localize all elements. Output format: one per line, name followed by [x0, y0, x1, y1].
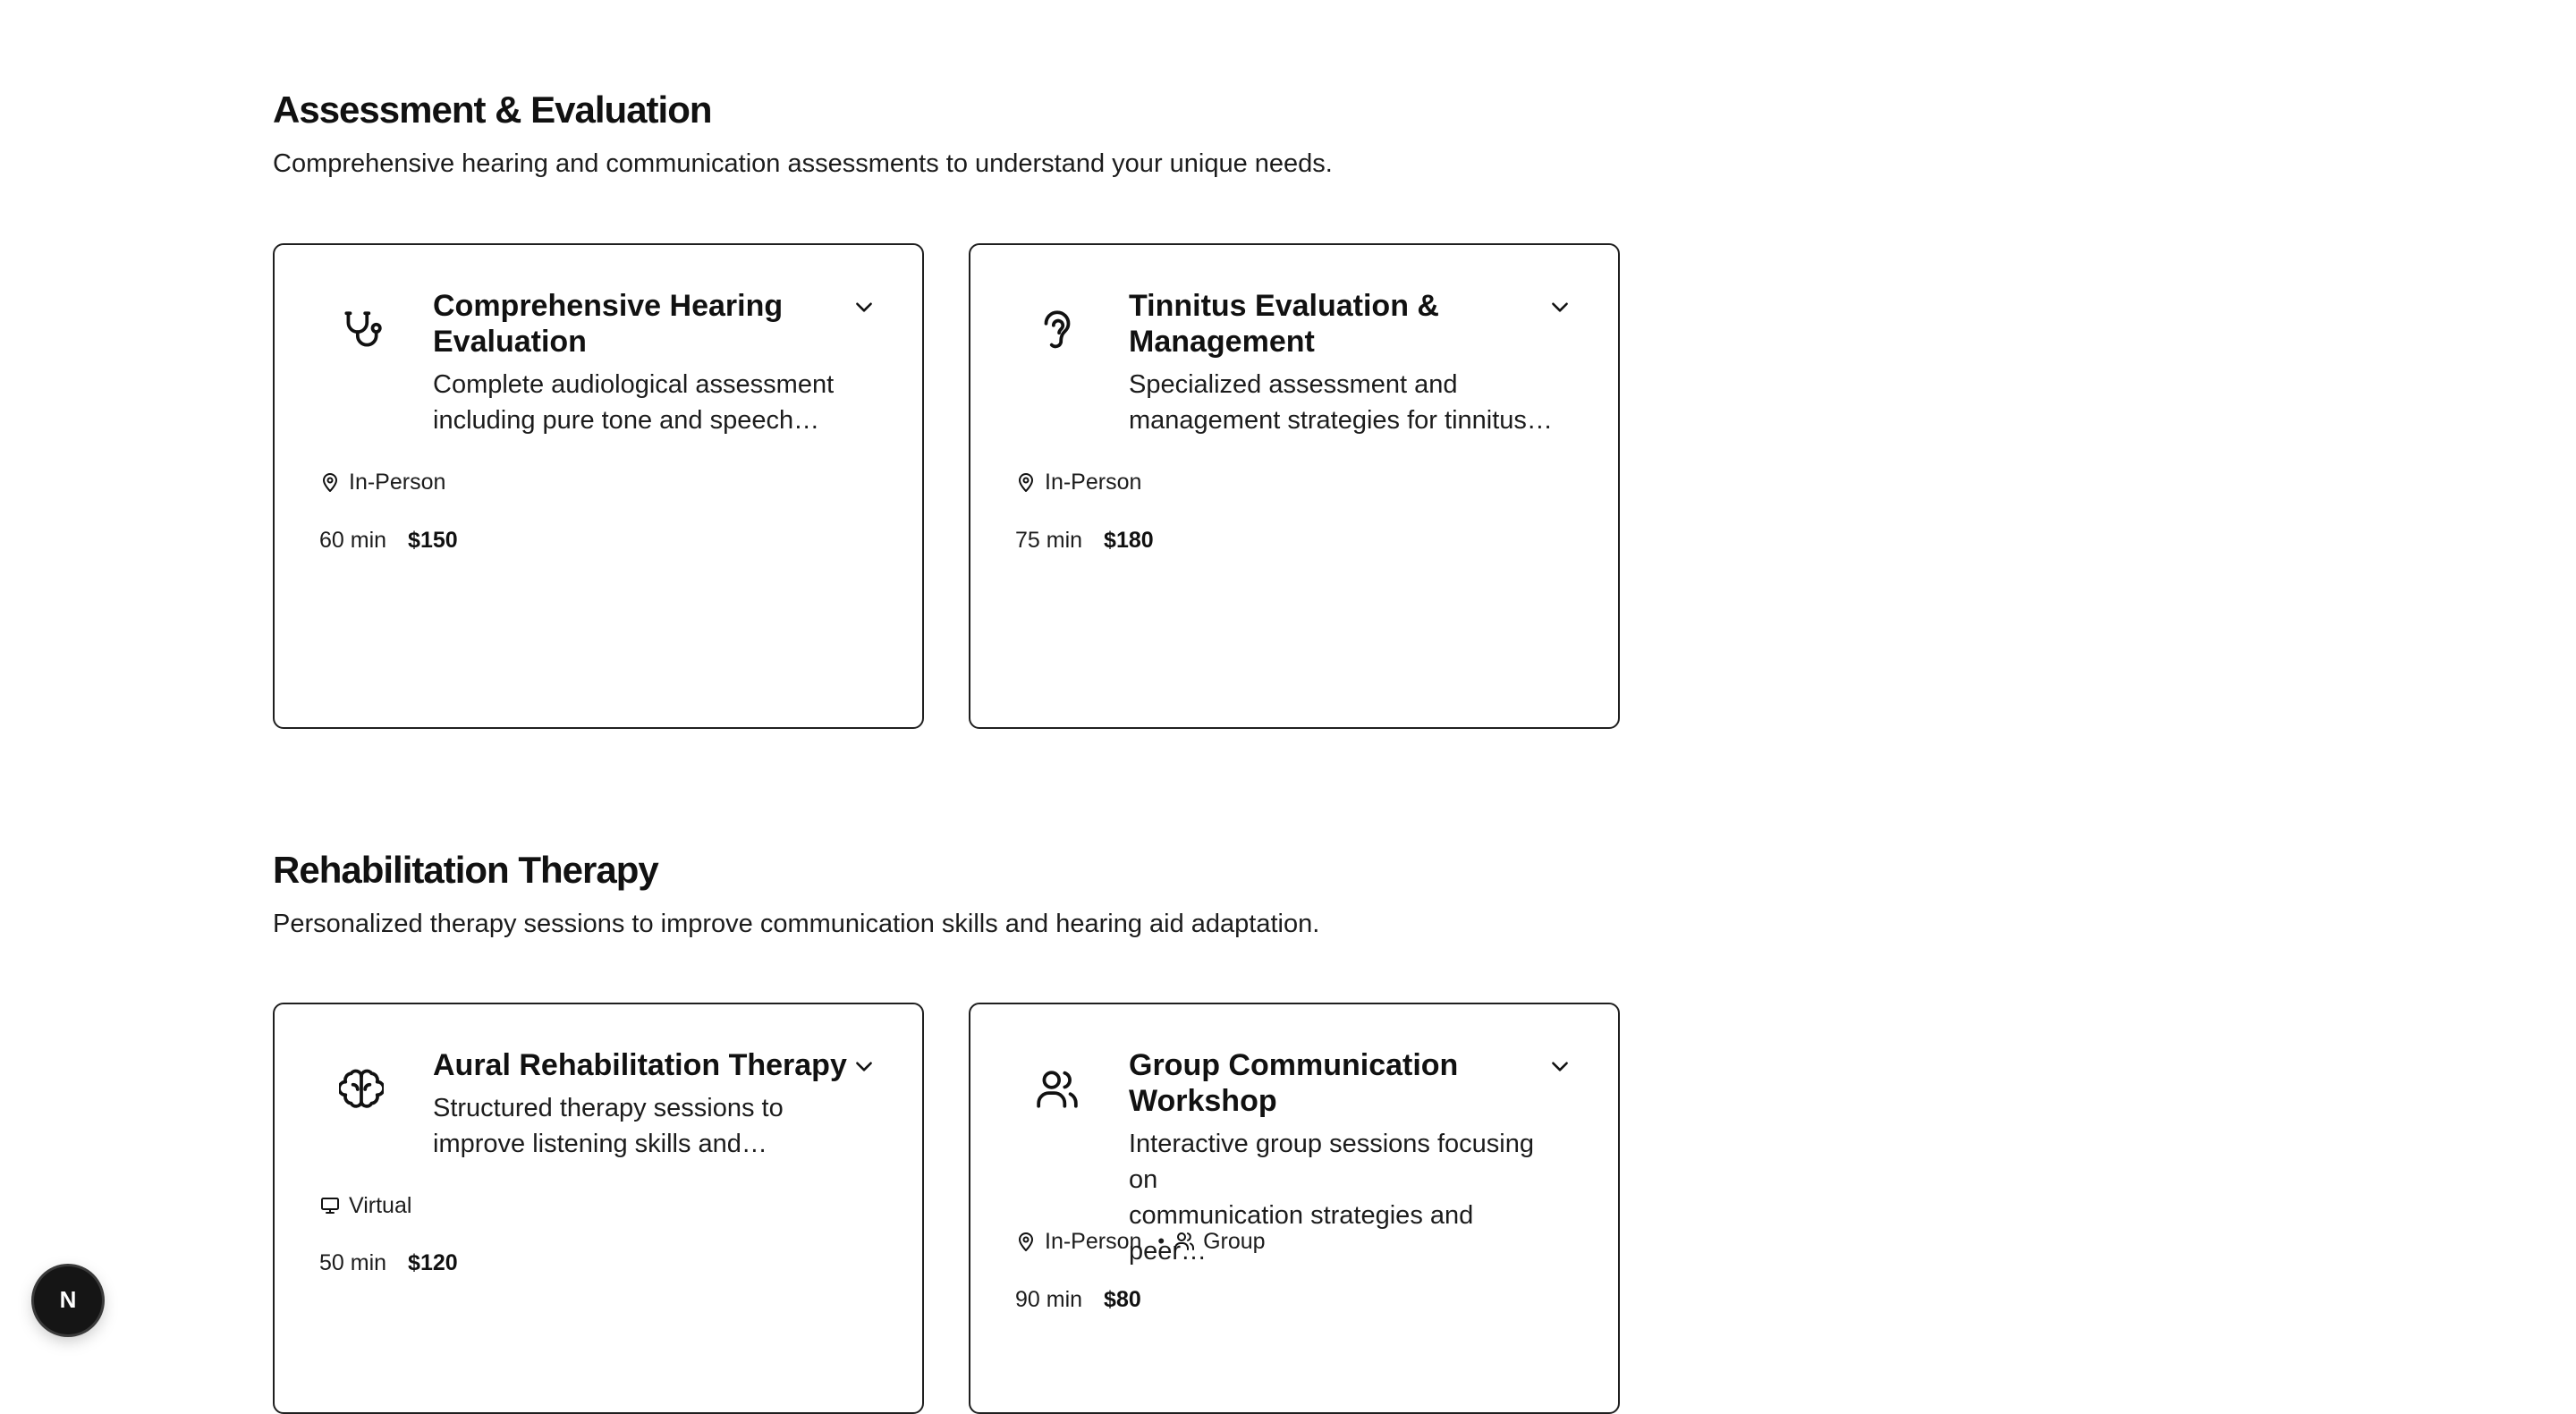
duration: 90 min: [1015, 1287, 1083, 1312]
service-card-tinnitus[interactable]: Tinnitus Evaluation & Management Special…: [969, 243, 1620, 729]
map-pin-icon: [1015, 1231, 1037, 1252]
card-title-text: Comprehensive Hearing Evaluation: [433, 289, 784, 359]
price: $120: [408, 1250, 458, 1275]
chevron-down-icon[interactable]: [852, 295, 876, 318]
section-title: Assessment & Evaluation: [273, 89, 713, 131]
chevron-down-icon[interactable]: [1548, 1054, 1572, 1078]
users-icon: [1035, 1067, 1080, 1112]
card-description-line: management strategies for tinnitus…: [1129, 406, 1553, 435]
location-label: In-Person: [1045, 470, 1142, 495]
section-title: Rehabilitation Therapy: [273, 849, 659, 891]
card-description-line: Structured therapy sessions to: [433, 1094, 784, 1122]
nextjs-badge-button[interactable]: N: [34, 1266, 102, 1334]
duration: 60 min: [319, 528, 387, 553]
section-rehabilitation: Rehabilitation Therapy Personalized ther…: [273, 846, 1623, 943]
card-title: Comprehensive Hearing Evaluation Complet…: [433, 288, 862, 438]
service-card-group-workshop[interactable]: Group Communication Workshop Interactive…: [969, 1003, 1620, 1414]
stethoscope-icon: [339, 308, 384, 352]
location-row: In-Person • Group: [1015, 1228, 1266, 1255]
location-label: In-Person: [349, 470, 446, 495]
monitor-icon: [319, 1195, 341, 1216]
card-title-text: Aural Rehabilitation Therapy: [433, 1048, 847, 1082]
service-card-hearing-evaluation[interactable]: Comprehensive Hearing Evaluation Complet…: [273, 243, 924, 729]
section-assessment: Assessment & Evaluation Comprehensive he…: [273, 86, 1623, 182]
location-label: Virtual: [349, 1193, 412, 1218]
format-label: Group: [1203, 1229, 1266, 1254]
card-title-text: Tinnitus Evaluation & Management: [1129, 289, 1439, 359]
badge-letter: N: [60, 1286, 77, 1313]
map-pin-icon: [1015, 471, 1037, 493]
location-row: In-Person: [319, 469, 445, 495]
price: $180: [1104, 528, 1154, 553]
card-description-line: Interactive group sessions focusing on: [1129, 1130, 1534, 1194]
duration-price-row: 60 min $150: [319, 527, 458, 554]
card-description-line: Complete audiological assessment: [433, 370, 835, 399]
card-description: Specialized assessment and management st…: [1129, 367, 1558, 438]
card-title: Aural Rehabilitation Therapy Structured …: [433, 1047, 862, 1162]
duration-price-row: 50 min $120: [319, 1249, 458, 1276]
duration: 50 min: [319, 1250, 387, 1275]
card-description: Complete audiological assessment includi…: [433, 367, 862, 438]
card-description-line: including pure tone and speech…: [433, 406, 820, 435]
location-row: In-Person: [1015, 469, 1141, 495]
location-row: Virtual: [319, 1192, 411, 1219]
section-description: Personalized therapy sessions to improve…: [273, 910, 1320, 938]
ear-icon: [1035, 308, 1080, 352]
duration: 75 min: [1015, 528, 1083, 553]
section-description: Comprehensive hearing and communication …: [273, 149, 1333, 178]
card-description: Structured therapy sessions to improve l…: [433, 1090, 862, 1162]
price: $80: [1104, 1287, 1141, 1312]
chevron-down-icon[interactable]: [852, 1054, 876, 1078]
map-pin-icon: [319, 471, 341, 493]
users-icon: [1174, 1231, 1195, 1252]
separator-dot: •: [1157, 1230, 1165, 1252]
service-card-aural-rehab[interactable]: Aural Rehabilitation Therapy Structured …: [273, 1003, 924, 1414]
chevron-down-icon[interactable]: [1548, 295, 1572, 318]
price: $150: [408, 528, 458, 553]
location-label: In-Person: [1045, 1229, 1142, 1254]
card-title: Tinnitus Evaluation & Management Special…: [1129, 288, 1558, 438]
duration-price-row: 90 min $80: [1015, 1286, 1141, 1313]
card-description-line: Specialized assessment and: [1129, 370, 1458, 399]
nextjs-logo-icon: N: [60, 1286, 77, 1313]
card-description-line: improve listening skills and…: [433, 1130, 767, 1158]
brain-icon: [337, 1067, 386, 1112]
card-title-text: Group Communication Workshop: [1129, 1048, 1459, 1118]
duration-price-row: 75 min $180: [1015, 527, 1154, 554]
